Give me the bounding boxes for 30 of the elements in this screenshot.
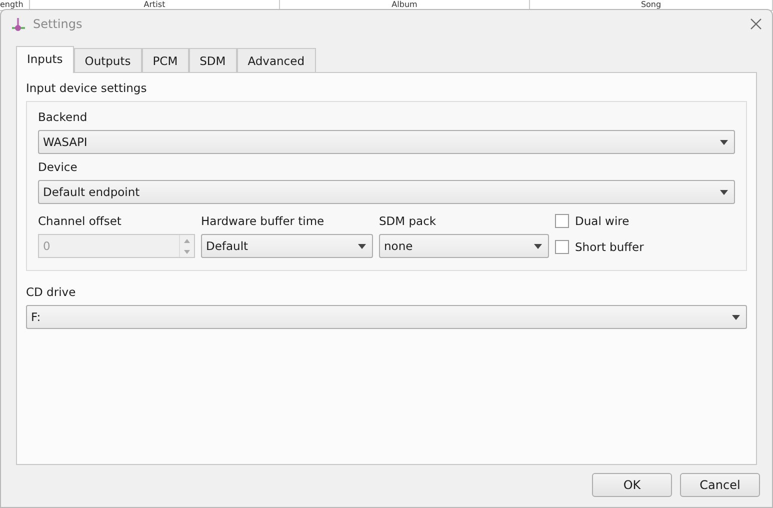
group-title: Input device settings [26,81,148,95]
close-icon[interactable] [750,18,762,30]
caret-icon [358,244,366,248]
checkbox[interactable] [555,240,569,254]
tab[interactable]: SDM [188,48,237,72]
caret-icon [534,244,542,248]
tab[interactable]: Inputs [16,46,74,73]
field-label: CD drive [26,285,77,299]
field-label: Hardware buffer time [201,214,326,228]
dialog-button[interactable]: OK [592,473,672,497]
sdm-pack-dropdown[interactable]: none [379,234,549,258]
caret-icon [732,314,740,320]
field-label: Device [38,160,78,174]
caret-icon [720,190,728,194]
device-dropdown[interactable]: Default endpoint [38,180,735,204]
tab[interactable]: PCM [142,48,189,72]
field-label: Channel offset [38,214,122,228]
tab[interactable]: Outputs [74,48,142,72]
buffer-time-dropdown[interactable]: Default [201,234,373,258]
checkbox-label: Short buffer [575,240,644,254]
field-label: SDM pack [379,214,438,228]
tab[interactable]: Advanced [236,48,316,72]
window-title: Settings [33,17,84,31]
dialog-button[interactable]: Cancel [680,473,760,497]
checkbox[interactable] [555,214,569,228]
field-label: Backend [38,110,88,124]
caret-icon [720,140,728,144]
backend-dropdown[interactable]: WASAPI [38,130,735,154]
checkbox-label: Dual wire [575,214,630,228]
cd-drive-dropdown[interactable]: F: [26,305,747,329]
